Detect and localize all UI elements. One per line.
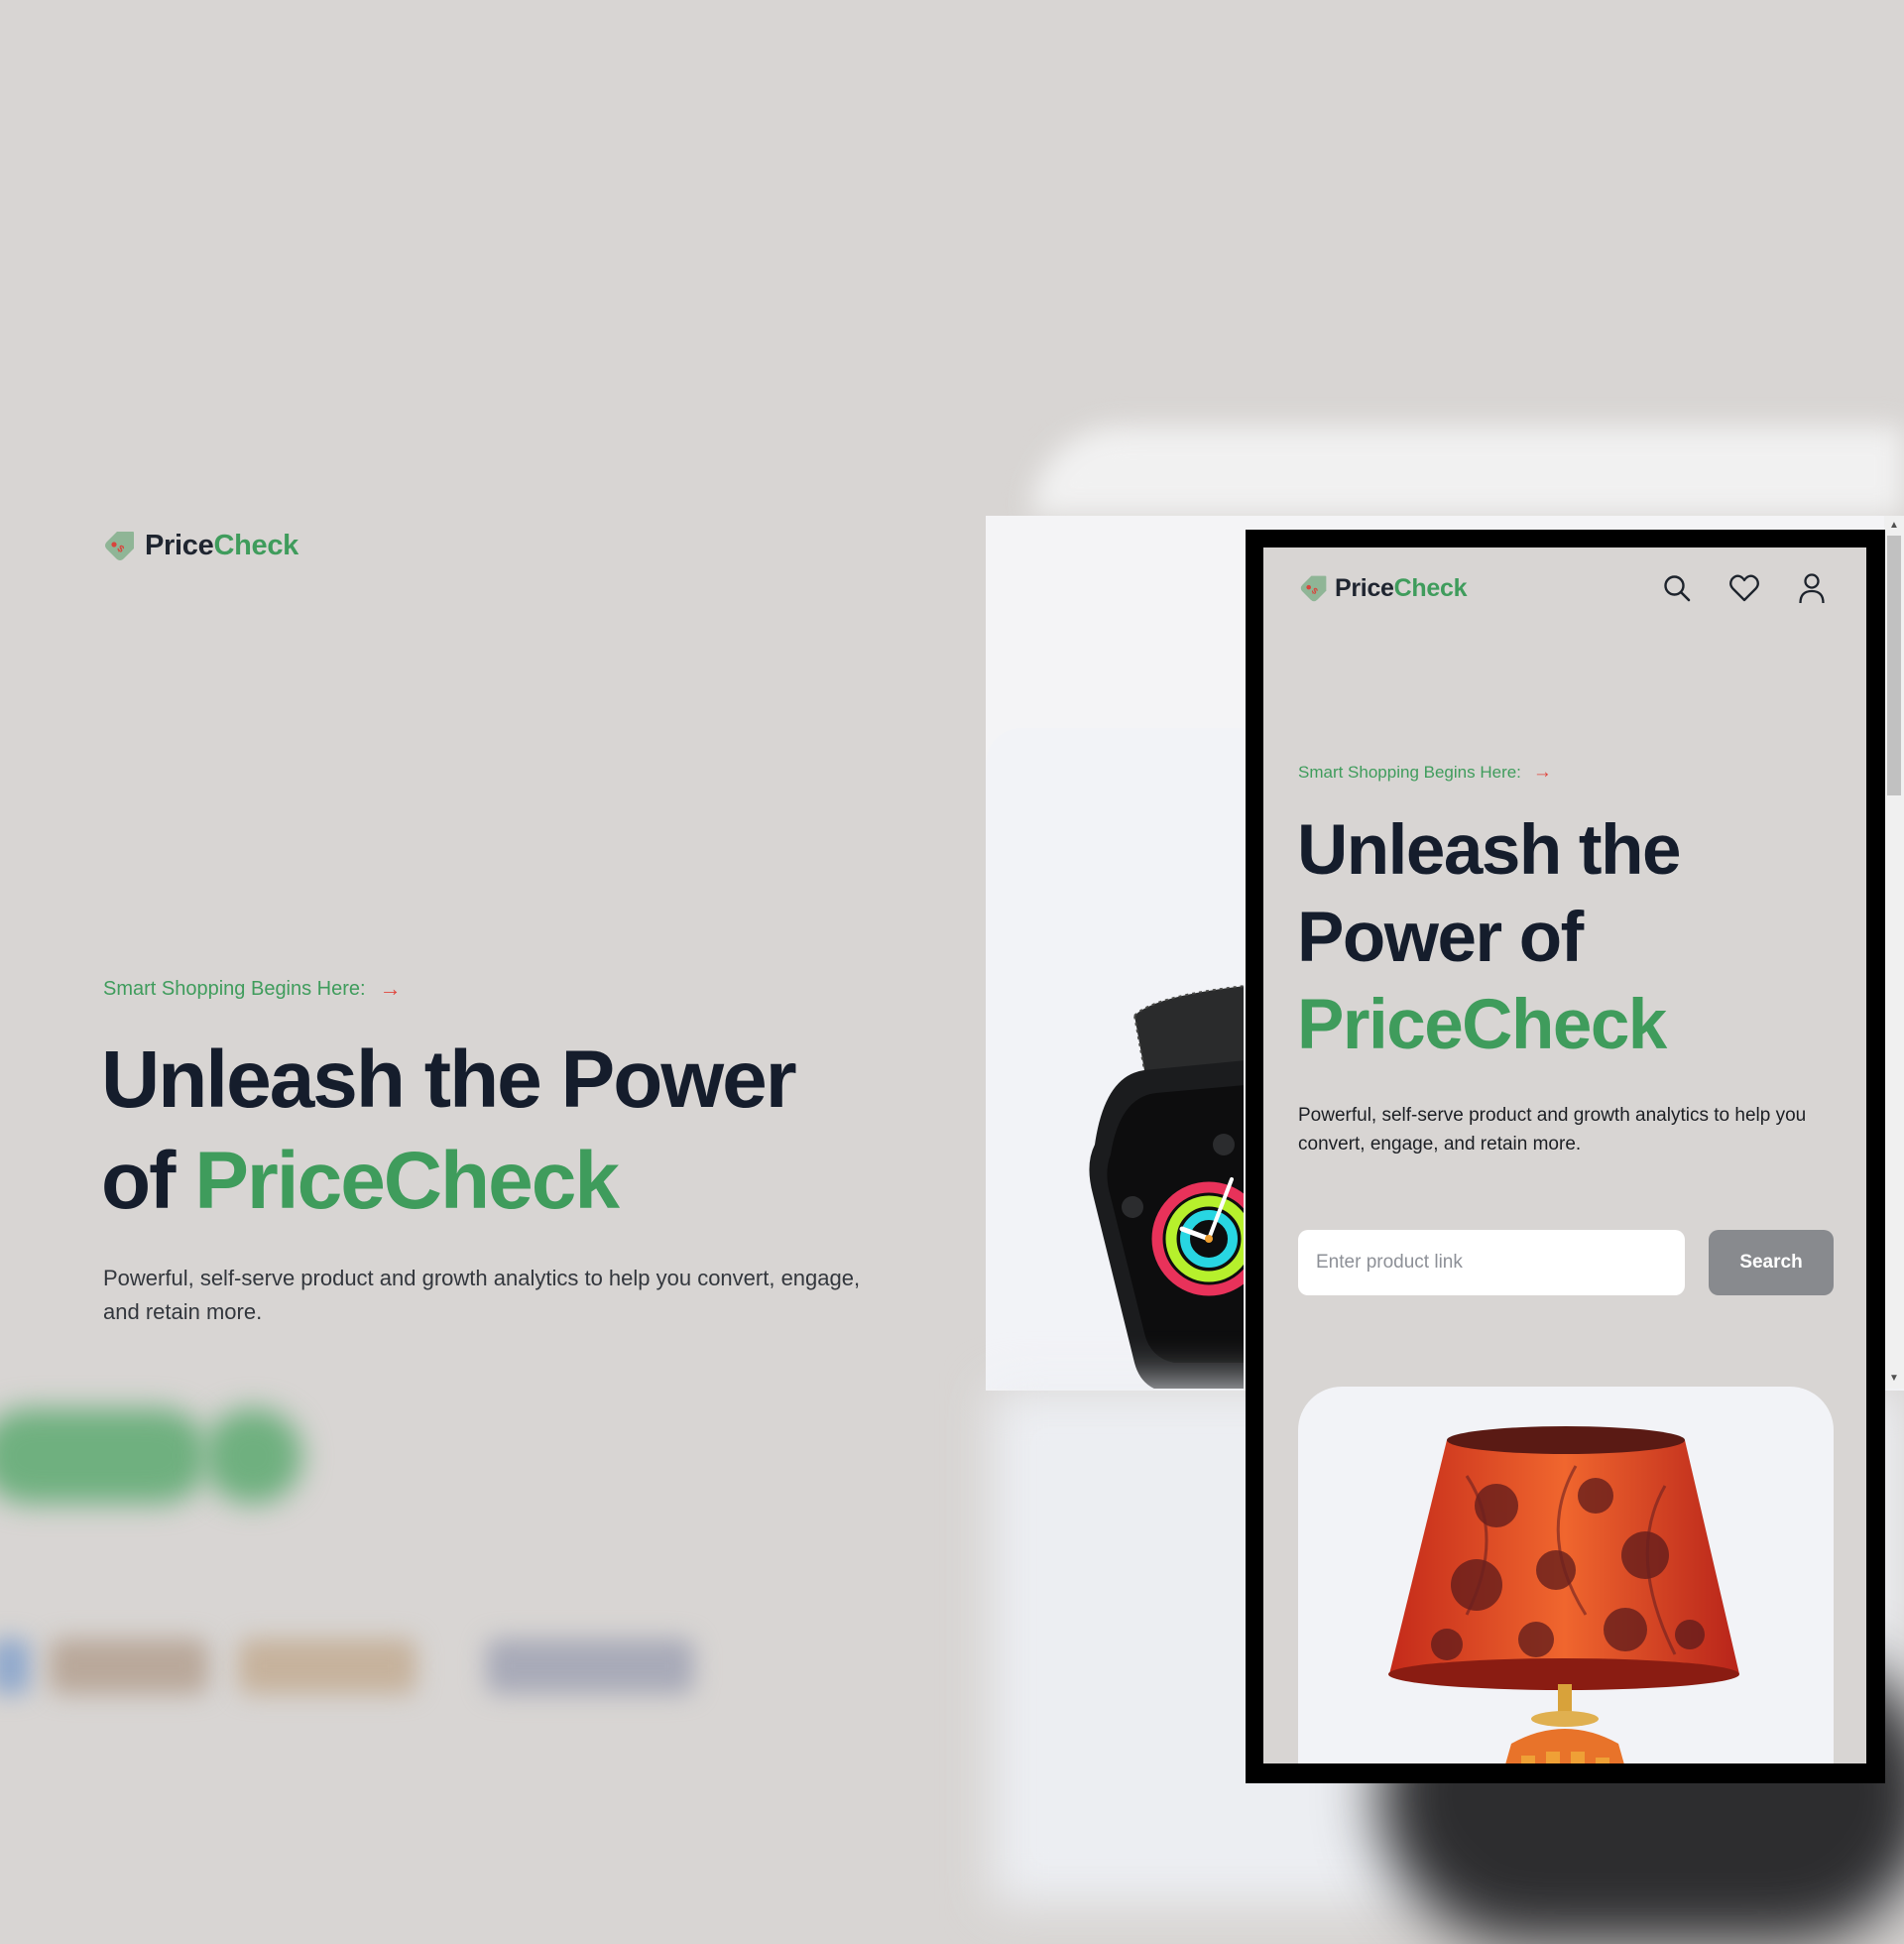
eyebrow-text: Smart Shopping Begins Here: <box>1298 763 1521 782</box>
mobile-header: $ PriceCheck <box>1299 563 1831 613</box>
scrollbar-thumb[interactable] <box>1887 536 1901 795</box>
price-tag-icon: $ <box>105 532 134 560</box>
blurred-partner-logo <box>50 1639 208 1694</box>
hero-eyebrow: Smart Shopping Begins Here: → <box>103 976 402 1002</box>
price-tag-icon: $ <box>1300 575 1327 602</box>
mobile-title-line1: Unleash the <box>1297 811 1681 890</box>
hero-title: Unleash the Power of PriceCheck <box>101 1030 894 1232</box>
product-card-lamp <box>1298 1387 1834 1763</box>
header-actions <box>1658 569 1831 607</box>
mobile-title-line2: Power of <box>1297 899 1584 977</box>
logo-text: PriceCheck <box>1335 573 1468 602</box>
hero-title-brand: PriceCheck <box>194 1136 620 1226</box>
desktop-logo[interactable]: $ PriceCheck <box>103 529 298 562</box>
background-glow <box>1031 426 1904 516</box>
lamp-image <box>1388 1426 1739 1763</box>
search-icon[interactable] <box>1658 569 1696 607</box>
mobile-hero-title: Unleash the Power of PriceCheck <box>1297 807 1833 1069</box>
logo-text: PriceCheck <box>145 529 298 561</box>
mobile-logo[interactable]: $ PriceCheck <box>1299 573 1468 603</box>
blurred-partner-logo <box>238 1639 416 1694</box>
user-icon[interactable] <box>1793 569 1831 607</box>
product-card-watch <box>986 728 1244 1389</box>
mobile-title-brand: PriceCheck <box>1297 986 1667 1064</box>
blurred-partner-logo <box>0 1639 30 1694</box>
blurred-button <box>0 1408 208 1504</box>
hero-title-line1: Unleash the Power <box>101 1034 797 1125</box>
blurred-button-secondary <box>203 1408 302 1504</box>
arrow-right-icon: → <box>1532 762 1552 783</box>
eyebrow-text: Smart Shopping Begins Here: <box>103 977 366 1000</box>
mobile-hero-description: Powerful, self-serve product and growth … <box>1298 1105 1807 1154</box>
scroll-up-icon[interactable]: ▲ <box>1888 520 1900 532</box>
arrow-right-icon: → <box>379 976 402 1001</box>
mobile-hero-eyebrow: Smart Shopping Begins Here: → <box>1298 762 1552 784</box>
hero-title-of: of <box>101 1136 176 1226</box>
scroll-down-icon[interactable]: ▼ <box>1888 1373 1900 1385</box>
smartwatch-image <box>1089 985 1244 1389</box>
hero-description: Powerful, self-serve product and growth … <box>103 1266 861 1324</box>
blurred-partner-logo <box>486 1639 694 1694</box>
search-button[interactable]: Search <box>1709 1230 1834 1295</box>
product-link-input[interactable] <box>1298 1230 1685 1295</box>
heart-icon[interactable] <box>1726 569 1763 607</box>
mobile-screen: $ PriceCheck Smart Shopping Begins Here:… <box>1263 547 1866 1763</box>
